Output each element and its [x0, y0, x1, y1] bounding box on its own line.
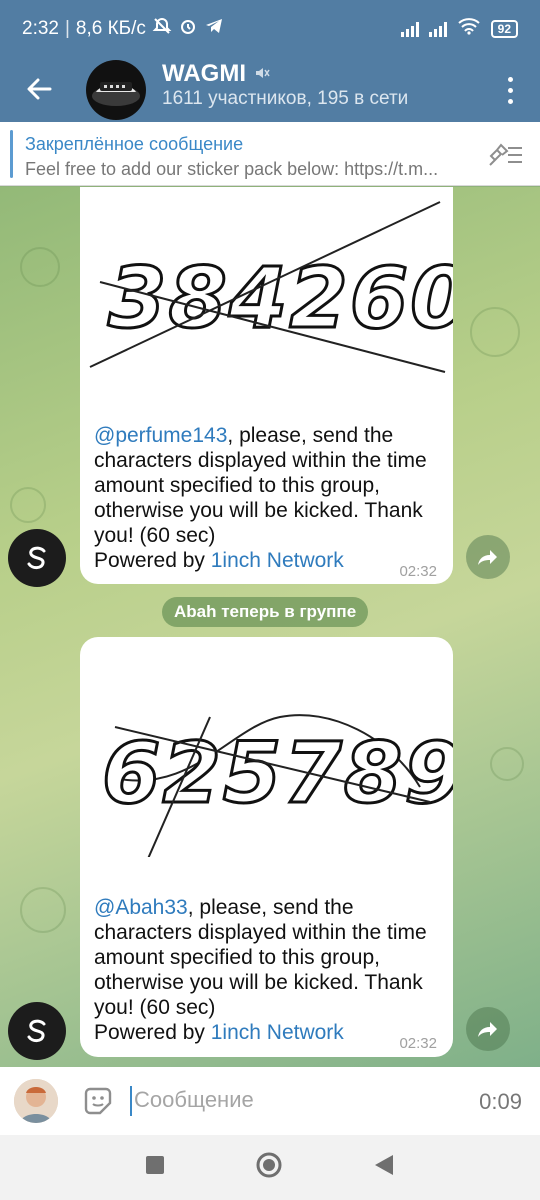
wifi-icon: [457, 17, 481, 41]
pinned-indicator: [10, 130, 13, 178]
message-time: 02:32: [399, 563, 437, 580]
battery-icon: 92: [490, 20, 518, 38]
telegram-icon: [204, 16, 224, 42]
forward-icon[interactable]: [466, 535, 510, 579]
more-menu-icon[interactable]: [498, 68, 522, 112]
user-avatar[interactable]: [14, 1079, 58, 1123]
back-arrow-icon[interactable]: [20, 70, 58, 108]
chat-header: WAGMI 1611 участников, 195 в сети: [0, 58, 540, 122]
captcha-digits: 625789: [102, 724, 453, 822]
text-caret: [130, 1086, 132, 1116]
message-input[interactable]: [134, 1087, 434, 1113]
network-speed: 8,6 КБ/с: [75, 18, 146, 39]
chat-subtitle: 1611 участников, 195 в сети: [162, 88, 409, 109]
captcha-image: 384260: [89, 201, 453, 373]
powered-by-link[interactable]: 1inch Network: [211, 549, 344, 572]
signal-icon-2: [428, 21, 447, 37]
pinned-title: Закреплённое сообщение: [25, 134, 244, 154]
back-nav-icon[interactable]: [373, 1153, 395, 1182]
user-mention[interactable]: @perfume143: [94, 424, 227, 447]
message-bubble[interactable]: 625789 @Abah33, please, send the charact…: [80, 637, 453, 1057]
pinned-text: Feel free to add our sticker pack below:…: [25, 159, 439, 179]
message-bubble[interactable]: 384260 @perfume143, please, send the cha…: [80, 187, 453, 584]
recents-icon[interactable]: [145, 1155, 165, 1180]
muted-icon: [254, 60, 270, 88]
home-icon[interactable]: [255, 1151, 283, 1184]
pin-list-icon[interactable]: [486, 140, 524, 170]
captcha-image: 625789: [101, 714, 453, 857]
status-bar: 2:32 | 8,6 КБ/с 92: [0, 0, 540, 58]
bot-avatar[interactable]: [8, 1002, 66, 1060]
service-message: Abah теперь в группе: [162, 597, 369, 627]
chat-background: 384260 @perfume143, please, send the cha…: [0, 187, 540, 1067]
message-text: @Abah33, please, send the characters dis…: [94, 896, 427, 1044]
alarm-icon: [178, 16, 198, 42]
status-time: 2:32: [22, 18, 59, 39]
bot-avatar[interactable]: [8, 529, 66, 587]
message-composer: 0:09: [0, 1067, 540, 1135]
pinned-message[interactable]: Закреплённое сообщение Feel free to add …: [0, 122, 540, 186]
chat-avatar[interactable]: [86, 60, 146, 120]
chat-title[interactable]: WAGMI: [162, 60, 246, 88]
forward-icon[interactable]: [466, 1007, 510, 1051]
sticker-icon[interactable]: [82, 1085, 114, 1117]
message-time: 02:32: [399, 1035, 437, 1052]
signal-icon: [400, 21, 419, 37]
message-text: @perfume143, please, send the characters…: [94, 424, 427, 572]
recording-timer: 0:09: [479, 1089, 522, 1114]
silent-mode-icon: [152, 16, 172, 42]
user-mention[interactable]: @Abah33: [94, 896, 188, 919]
system-nav-bar: [0, 1135, 540, 1200]
powered-by-link[interactable]: 1inch Network: [211, 1021, 344, 1044]
